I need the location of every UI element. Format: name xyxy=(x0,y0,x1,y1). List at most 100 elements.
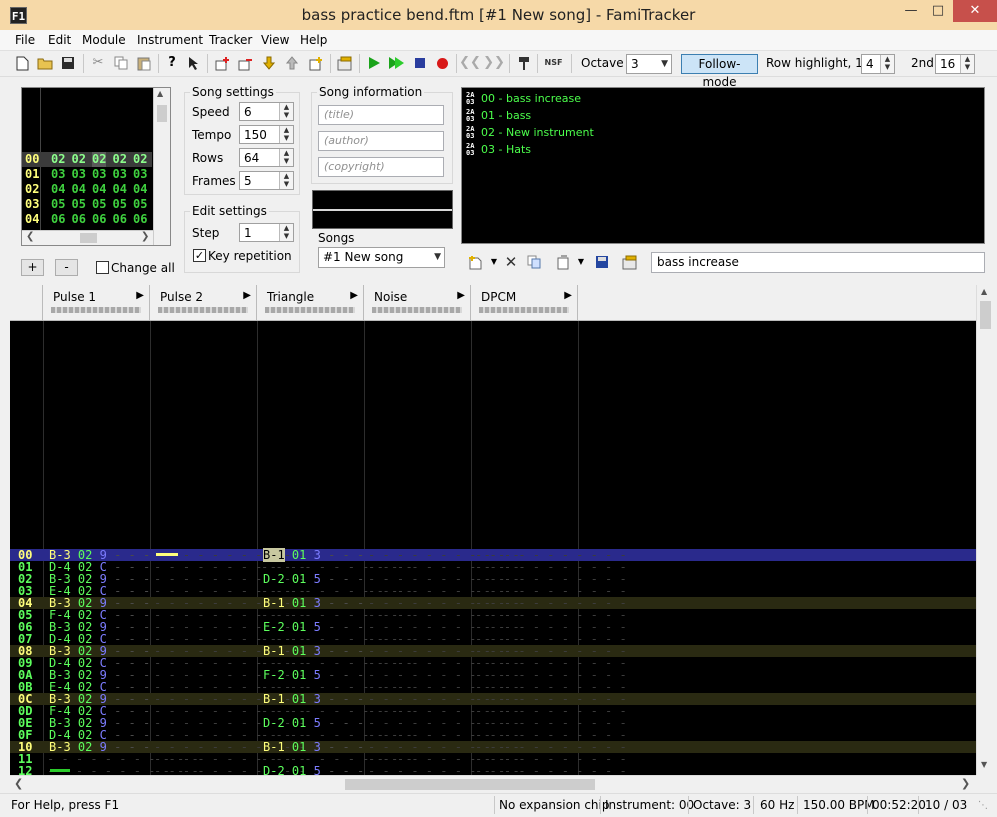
minimize-icon[interactable]: — xyxy=(898,0,924,22)
channel-header-noise[interactable]: Noise ▶ xyxy=(364,285,471,321)
frame-pattern-cell[interactable]: 05 xyxy=(72,197,86,212)
spin-arrows-icon[interactable]: ▲ ▼ xyxy=(960,55,974,73)
scroll-up-icon[interactable]: ▲ xyxy=(981,287,987,296)
channel-expand-arrow-icon[interactable]: ▶ xyxy=(350,290,358,301)
load-instrument-icon[interactable] xyxy=(555,254,571,270)
edit-instrument-icon[interactable] xyxy=(622,254,638,270)
scroll-down-icon[interactable]: ▼ xyxy=(981,760,987,769)
menu-view[interactable]: View xyxy=(261,33,289,47)
instrument-item[interactable]: 2A 03 01 - bass xyxy=(466,107,531,124)
record-icon[interactable] xyxy=(434,55,450,71)
menu-tracker[interactable]: Tracker xyxy=(209,33,252,47)
frame-pattern-cell[interactable]: 02 xyxy=(51,152,65,167)
frame-row[interactable]: 02 04 04 04 04 04 xyxy=(22,182,152,197)
maximize-icon[interactable]: □ xyxy=(925,0,951,22)
frame-pattern-cell[interactable]: 06 xyxy=(72,212,86,227)
channel-header-triangle[interactable]: Triangle ▶ xyxy=(257,285,364,321)
copy-icon[interactable] xyxy=(113,55,129,71)
frame-row[interactable]: 01 03 03 03 03 03 xyxy=(22,167,152,182)
spin-arrows-icon[interactable]: ▲ ▼ xyxy=(880,55,894,73)
spin-arrows-icon[interactable]: ▲ ▼ xyxy=(279,126,293,143)
frame-pattern-cell[interactable]: 04 xyxy=(113,182,127,197)
frame-pattern-cell[interactable]: 03 xyxy=(133,167,147,182)
open-folder-icon[interactable] xyxy=(37,55,53,71)
frame-pattern-cell[interactable]: 04 xyxy=(72,182,86,197)
new-file-icon[interactable] xyxy=(14,55,30,71)
move-frame-up-icon[interactable] xyxy=(284,55,300,71)
save-instrument-icon[interactable] xyxy=(594,254,610,270)
chevron-down-icon[interactable]: ▼ xyxy=(486,254,502,270)
songs-select[interactable]: #1 New song ▼ xyxy=(318,247,445,268)
frame-pattern-cell[interactable]: 03 xyxy=(72,167,86,182)
play-icon[interactable] xyxy=(366,55,382,71)
frame-pattern-cell[interactable]: 05 xyxy=(113,197,127,212)
menu-instrument[interactable]: Instrument xyxy=(137,33,203,47)
remove-frame-icon[interactable] xyxy=(237,55,253,71)
scroll-thumb[interactable] xyxy=(80,233,97,243)
scroll-left-icon[interactable]: ❮ xyxy=(14,777,23,790)
save-icon[interactable] xyxy=(60,55,76,71)
frame-pattern-cell[interactable]: 06 xyxy=(92,212,106,227)
follow-mode-toggle[interactable]: Follow-mode xyxy=(681,54,758,89)
pattern-vscrollbar[interactable]: ▲ ▼ xyxy=(976,285,993,775)
frame-row[interactable]: 03 05 05 05 05 05 xyxy=(22,197,152,212)
tempo-spinner[interactable]: 150 ▲ ▼ xyxy=(239,125,294,144)
octave-select[interactable]: 3 ▼ xyxy=(626,54,672,74)
close-icon[interactable]: ✕ xyxy=(953,0,997,22)
frame-pattern-cell[interactable]: 06 xyxy=(51,212,65,227)
frame-pattern-cell[interactable]: 05 xyxy=(133,197,147,212)
song-copyright-input[interactable]: (copyright) xyxy=(318,157,444,177)
frame-pattern-cell[interactable]: 05 xyxy=(51,197,65,212)
paste-icon[interactable] xyxy=(136,55,152,71)
insert-frame-icon[interactable] xyxy=(214,55,230,71)
remove-instrument-icon[interactable]: ✕ xyxy=(503,254,519,270)
cut-icon[interactable]: ✂ xyxy=(90,55,106,71)
frame-pattern-cell[interactable]: 04 xyxy=(92,182,106,197)
stop-icon[interactable] xyxy=(412,55,428,71)
frame-pattern-cell[interactable]: 06 xyxy=(113,212,127,227)
context-help-icon[interactable] xyxy=(186,55,202,71)
channel-expand-arrow-icon[interactable]: ▶ xyxy=(243,290,251,301)
rows-spinner[interactable]: 64 ▲ ▼ xyxy=(239,148,294,167)
frame-row[interactable]: 04 06 06 06 06 06 xyxy=(22,212,152,227)
next-track-icon[interactable]: ❯❯ xyxy=(483,55,505,71)
help-icon[interactable]: ? xyxy=(164,55,180,71)
spin-arrows-icon[interactable]: ▲ ▼ xyxy=(279,149,293,166)
frame-pattern-cell[interactable]: 05 xyxy=(92,197,106,212)
spin-arrows-icon[interactable]: ▲ ▼ xyxy=(279,224,293,241)
instrument-list[interactable]: 2A 03 00 - bass increase 2A 03 01 - bass 2A 03 0… xyxy=(461,87,985,244)
scroll-thumb[interactable] xyxy=(345,779,595,790)
add-frame-button[interactable]: + xyxy=(21,259,44,276)
frame-pattern-cell[interactable]: 04 xyxy=(51,182,65,197)
channel-header-pulse2[interactable]: Pulse 2 ▶ xyxy=(150,285,257,321)
song-title-input[interactable]: (title) xyxy=(318,105,444,125)
frame-pattern-cell[interactable]: 04 xyxy=(133,182,147,197)
resize-grip-icon[interactable]: ⋱ xyxy=(978,800,988,811)
channel-header-dpcm[interactable]: DPCM ▶ xyxy=(471,285,578,321)
row-highlight-1st-spinner[interactable]: 4 ▲ ▼ xyxy=(861,54,895,74)
play-pattern-icon[interactable] xyxy=(388,55,404,71)
chevron-down-icon[interactable]: ▼ xyxy=(573,254,589,270)
menu-file[interactable]: File xyxy=(15,33,35,47)
song-author-input[interactable]: (author) xyxy=(318,131,444,151)
spin-arrows-icon[interactable]: ▲ ▼ xyxy=(279,172,293,189)
previous-track-icon[interactable]: ❮❮ xyxy=(459,55,481,71)
spin-arrows-icon[interactable]: ▲ ▼ xyxy=(279,103,293,120)
menu-help[interactable]: Help xyxy=(300,33,327,47)
new-instrument-icon[interactable] xyxy=(467,254,483,270)
scroll-right-icon[interactable]: ❯ xyxy=(961,777,970,790)
frame-pattern-cell[interactable]: 03 xyxy=(113,167,127,182)
change-all-checkbox[interactable] xyxy=(96,261,109,274)
frame-pattern-cell[interactable]: 03 xyxy=(92,167,106,182)
instrument-item[interactable]: 2A 03 03 - Hats xyxy=(466,141,531,158)
scroll-up-icon[interactable]: ▲ xyxy=(157,89,163,98)
channel-header-pulse1[interactable]: Pulse 1 ▶ xyxy=(43,285,150,321)
frame-pattern-cell[interactable]: 02 xyxy=(72,152,86,167)
frame-pattern-cell[interactable]: 03 xyxy=(51,167,65,182)
frame-pattern-cell[interactable]: 02 xyxy=(92,152,107,167)
nsf-export-icon[interactable]: NSF xyxy=(544,55,563,71)
instrument-name-input[interactable]: bass increase xyxy=(651,252,985,273)
menu-edit[interactable]: Edit xyxy=(48,33,71,47)
speed-spinner[interactable]: 6 ▲ ▼ xyxy=(239,102,294,121)
frame-list-vscrollbar[interactable]: ▲ xyxy=(153,88,170,245)
